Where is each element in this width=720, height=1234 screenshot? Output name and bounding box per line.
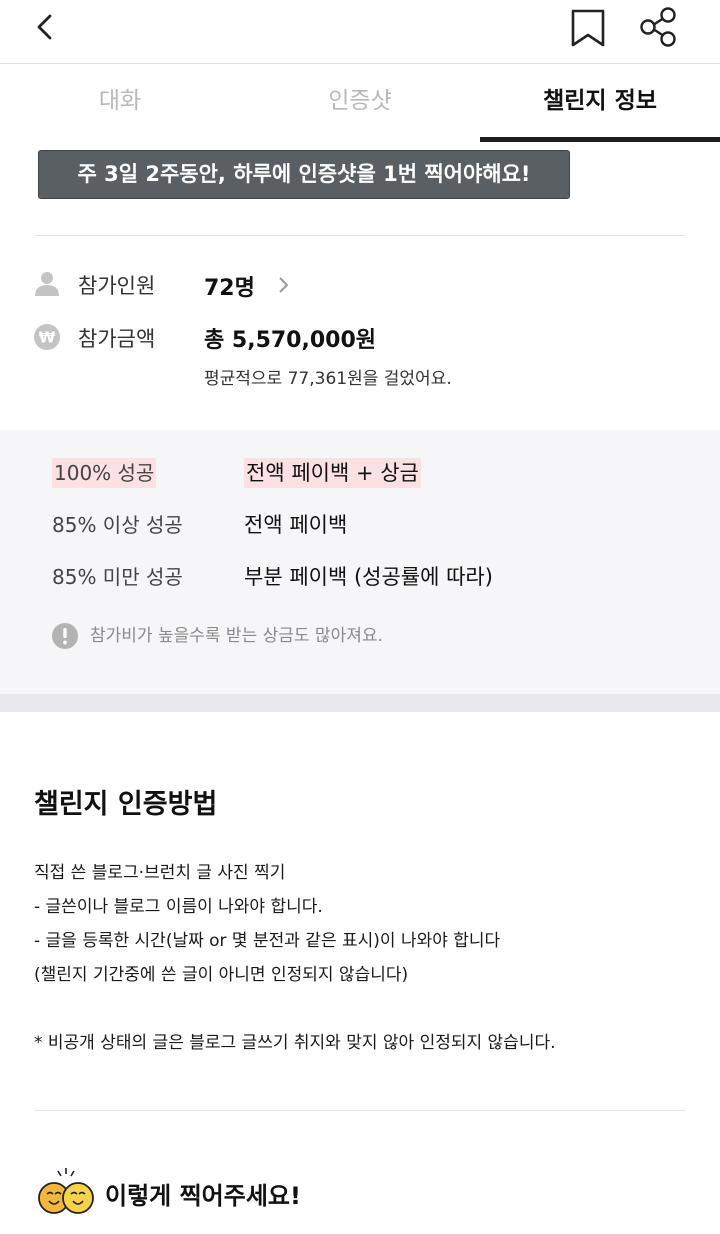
tab-chat[interactable]: 대화 [0,64,240,142]
exclamation-icon [52,623,78,649]
participants-label: 참가인원 [78,274,156,298]
payback-condition: 100% 성공 [52,458,157,488]
method-line: 직접 쓴 블로그·브런치 글 사진 찍기 [34,863,286,883]
method-line: - 글을 등록한 시간(날짜 or 몇 분전과 같은 표시)이 나와야 합니다 [34,931,501,951]
share-icon [640,7,676,47]
share-button[interactable] [636,4,682,50]
divider [34,1110,686,1111]
back-button[interactable] [28,10,64,46]
payback-note: 참가비가 높을수록 받는 상금도 많아져요. [90,626,383,646]
bookmark-button[interactable] [566,6,610,50]
payback-reward: 부분 페이백 (성공률에 따라) [244,565,493,589]
payback-panel: 100% 성공 전액 페이백 + 상금 85% 이상 성공 전액 페이백 85%… [0,430,720,694]
tab-challenge-info[interactable]: 챌린지 정보 [480,64,720,142]
method-line: - 글쓴이나 블로그 이름이 나와야 합니다. [34,897,323,917]
participants-value: 72명 [204,276,255,301]
method-title: 챌린지 인증방법 [34,789,218,820]
payback-reward: 전액 페이백 [244,513,348,537]
how-to-shoot-title: 이렇게 찍어주세요! [105,1182,301,1210]
frequency-banner: 주 3일 2주동안, 하루에 인증샷을 1번 찍어야해요! [38,150,570,199]
section-separator [0,694,720,712]
active-tab-indicator [480,137,720,142]
method-line: (챌린지 기간중에 쓴 글이 아니면 인정되지 않습니다) [34,965,409,985]
payback-condition: 85% 이상 성공 [52,513,183,537]
amount-average: 평균적으로 77,361원을 걸었어요. [204,369,452,389]
payback-row: 100% 성공 전액 페이백 + 상금 [0,458,720,492]
payback-reward: 전액 페이백 + 상금 [244,458,421,488]
payback-condition: 85% 미만 성공 [52,565,183,589]
payback-row: 85% 미만 성공 부분 페이백 (성공률에 따라) [0,562,720,596]
won-icon: ₩ [34,324,60,350]
chevron-left-icon [37,14,52,40]
tab-proof-shots[interactable]: 인증샷 [240,64,480,142]
method-description: 직접 쓴 블로그·브런치 글 사진 찍기 - 글쓴이나 블로그 이름이 나와야 … [34,856,694,1060]
amount-label: 참가금액 [78,327,156,351]
bookmark-icon [571,9,605,47]
payback-row: 85% 이상 성공 전액 페이백 [0,510,720,544]
amount-value: 총 5,570,000원 [204,328,377,353]
person-icon [35,272,59,296]
chevron-right-icon[interactable] [276,274,292,296]
smiling-faces-icon [38,1168,94,1214]
svg-text:₩: ₩ [39,329,56,347]
method-line: * 비공개 상태의 글은 블로그 글쓰기 취지와 맞지 않아 인정되지 않습니다… [34,1033,556,1053]
tab-bar: 대화 인증샷 챌린지 정보 [0,64,720,142]
top-bar [0,0,720,64]
divider [34,235,686,236]
